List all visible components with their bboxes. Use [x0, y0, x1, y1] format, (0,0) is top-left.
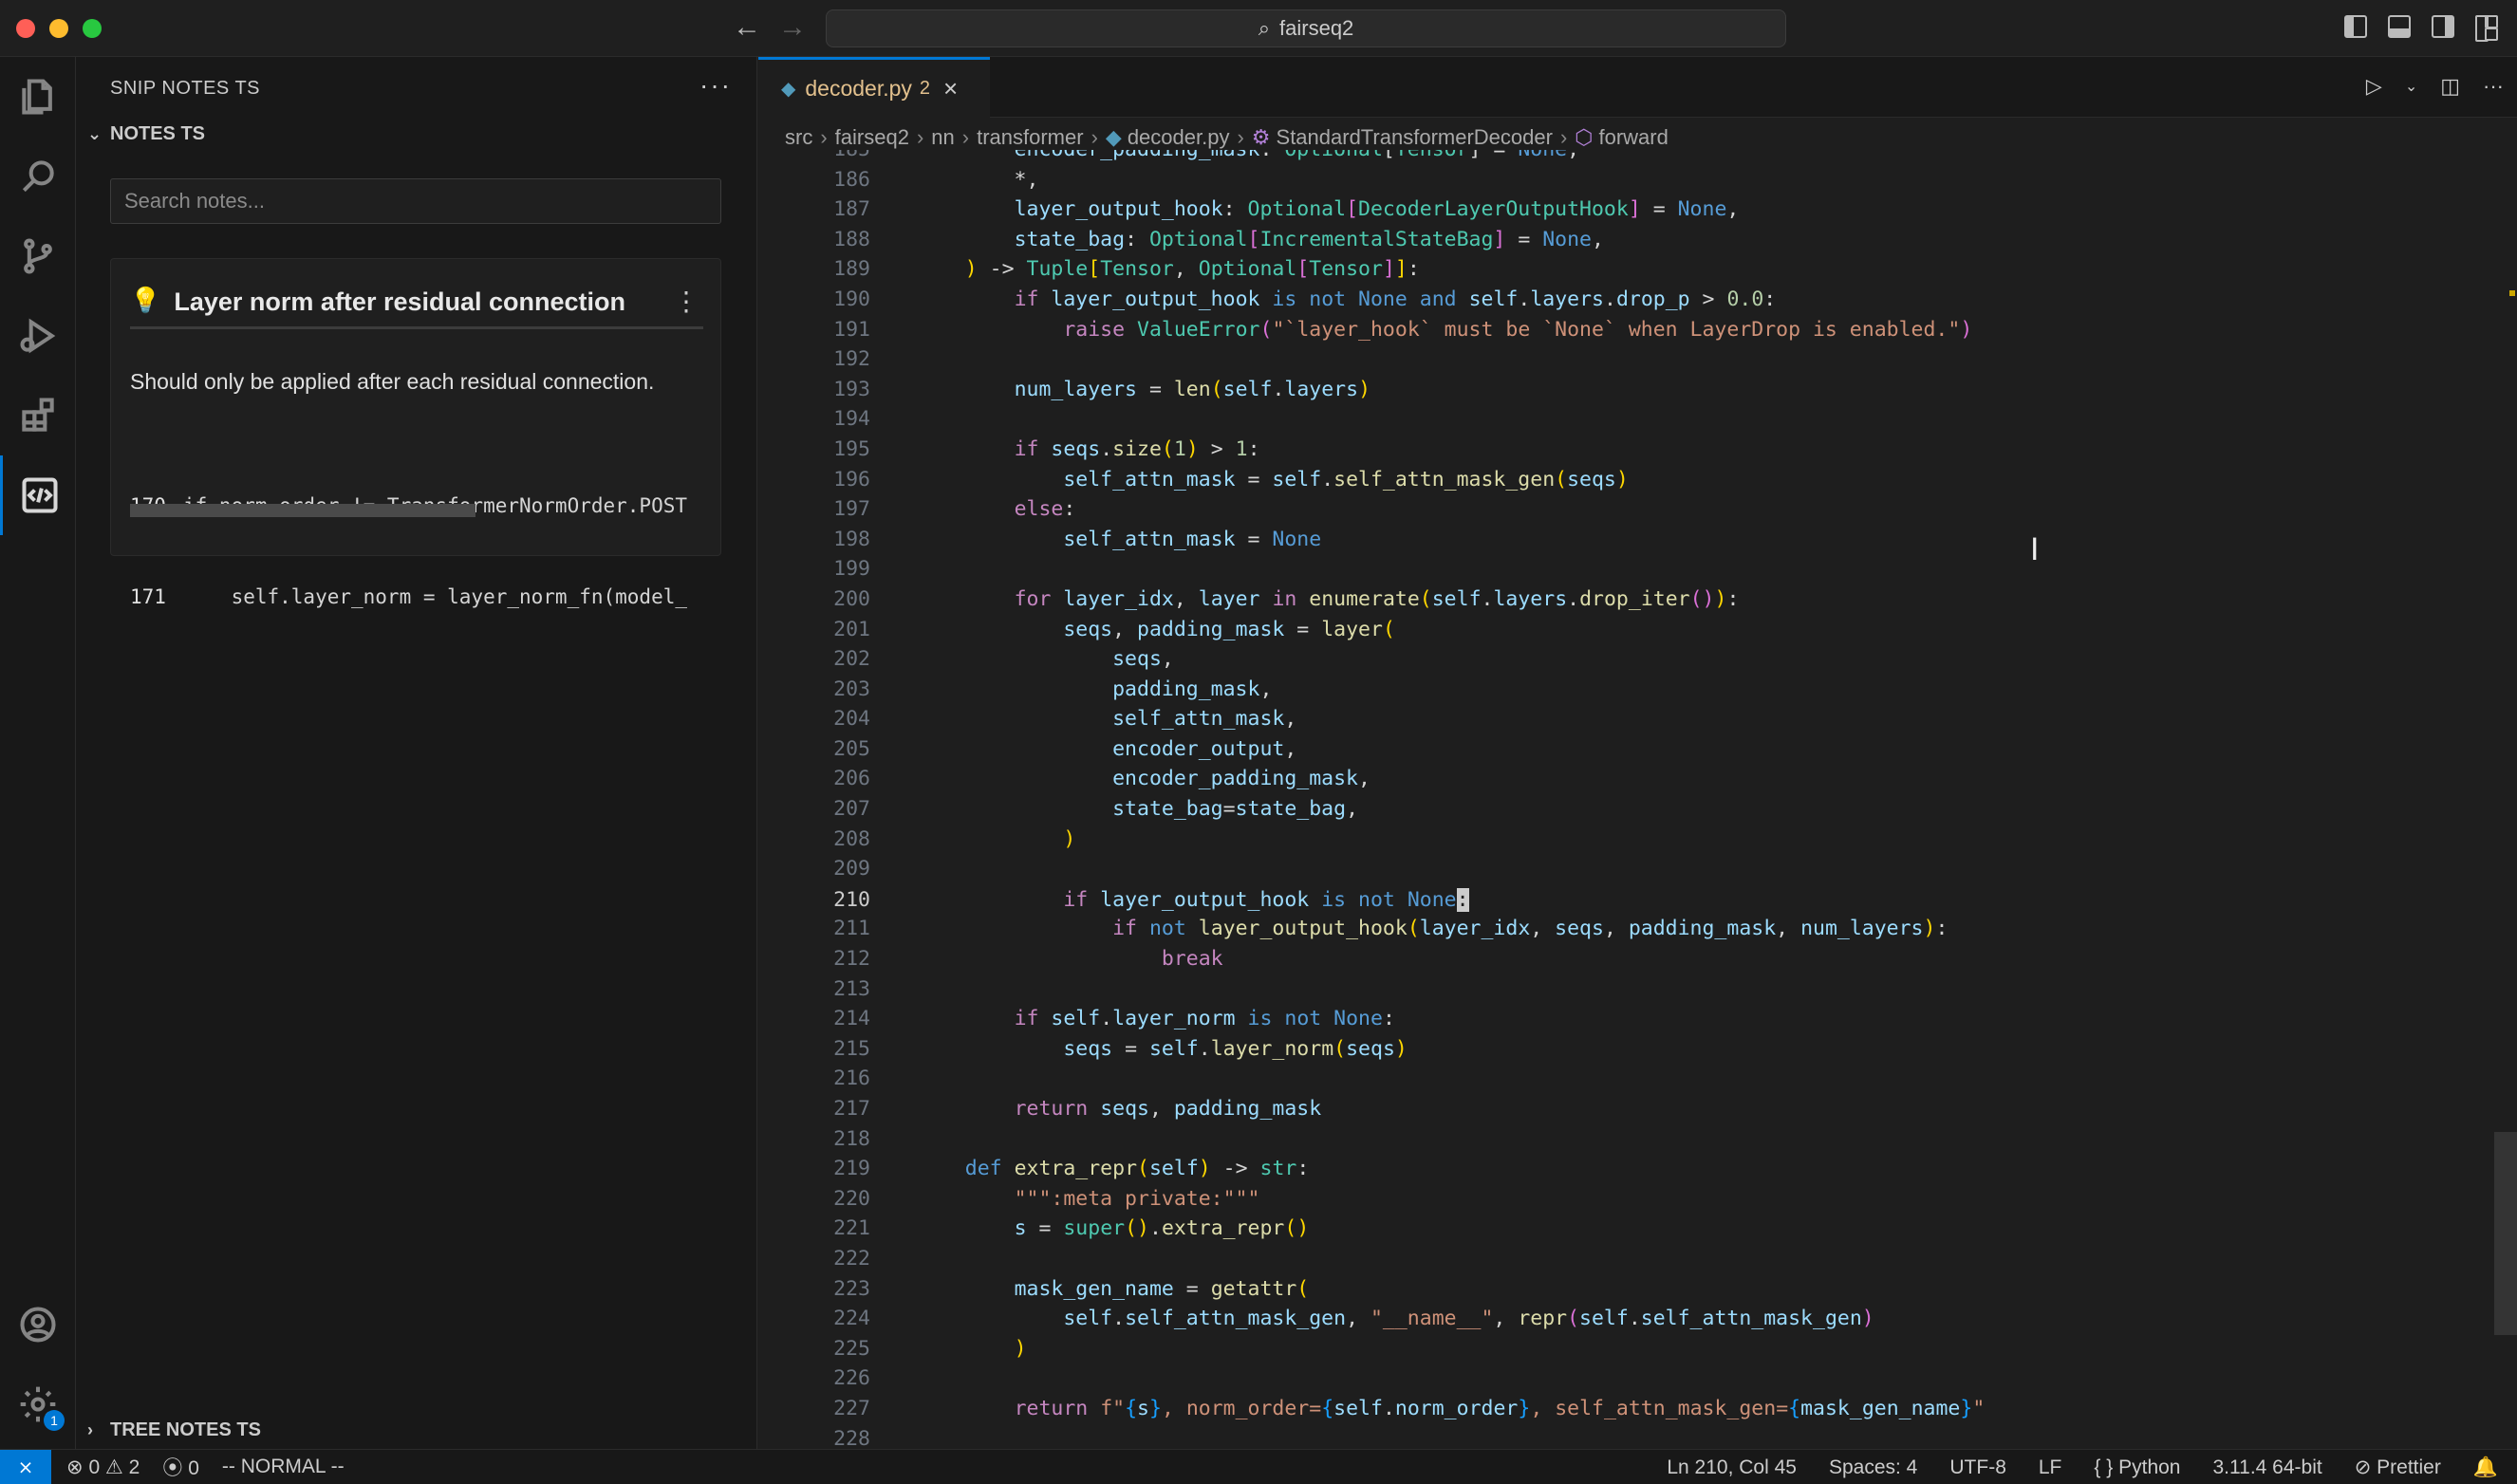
toggle-panel-icon[interactable]	[2388, 15, 2411, 38]
sidebar-title: SNIP NOTES TS	[110, 78, 261, 99]
snip-notes-icon[interactable]	[0, 455, 76, 535]
settings-badge: 1	[44, 1410, 65, 1431]
tab-decoder-py[interactable]: ◆ decoder.py 2 ×	[758, 57, 990, 118]
more-actions-icon[interactable]: ···	[699, 70, 732, 101]
code-editor[interactable]: 185 encoder_padding_mask: Optional[Tenso…	[758, 150, 2517, 1446]
split-editor-icon[interactable]: ◫	[2440, 74, 2460, 99]
lightbulb-icon: 💡	[130, 286, 161, 314]
chevron-down-icon[interactable]: ⌄	[2405, 77, 2417, 96]
tab-bar: ◆ decoder.py 2 × ▷ ⌄ ◫ ···	[758, 57, 2517, 118]
toggle-secondary-sidebar-icon[interactable]	[2432, 15, 2454, 38]
activity-bar: 1	[0, 57, 76, 1449]
python-interpreter[interactable]: 3.11.4 64-bit	[2213, 1456, 2322, 1479]
breadcrumb-item[interactable]: transformer	[977, 125, 1083, 150]
chevron-right-icon: ›	[820, 125, 828, 149]
source-control-icon[interactable]	[0, 216, 76, 296]
files-icon[interactable]	[0, 57, 76, 137]
chevron-right-icon: ›	[87, 1420, 93, 1439]
class-symbol-icon: ⚙	[1251, 125, 1271, 149]
tree-notes-title: TREE NOTES TS	[110, 1419, 261, 1440]
editor-scrollbar[interactable]	[2494, 1132, 2517, 1335]
encoding[interactable]: UTF-8	[1949, 1456, 2006, 1479]
language-mode[interactable]: { } Python	[2094, 1456, 2180, 1479]
chevron-right-icon: ›	[1559, 125, 1568, 149]
close-tab-icon[interactable]: ×	[943, 74, 958, 103]
editor: ◆ decoder.py 2 × ▷ ⌄ ◫ ··· src › fairseq…	[758, 57, 2517, 1449]
note-code-scrollbar[interactable]	[130, 504, 475, 517]
close-window-button[interactable]	[16, 19, 35, 38]
back-arrow-icon[interactable]: ←	[733, 11, 761, 44]
search-icon[interactable]	[0, 137, 76, 216]
account-icon[interactable]	[0, 1285, 76, 1364]
sidebar: SNIP NOTES TS ··· ⌄ NOTES TS 💡 Layer nor…	[76, 57, 757, 1449]
more-actions-icon[interactable]: ···	[2483, 74, 2504, 99]
note-code-snippet: 170 if norm_order != TransformerNormOrde…	[130, 430, 703, 673]
customize-layout-icon[interactable]	[2475, 15, 2498, 42]
maximize-window-button[interactable]	[83, 19, 102, 38]
remote-indicator-icon[interactable]: ⨯	[0, 1449, 51, 1484]
run-debug-icon[interactable]	[0, 296, 76, 376]
breadcrumb-item[interactable]: src	[785, 125, 812, 150]
tab-label: decoder.py	[805, 76, 912, 101]
search-icon: ⌕	[1258, 16, 1271, 40]
vim-mode: -- NORMAL --	[221, 1456, 345, 1477]
chevron-right-icon: ›	[1091, 125, 1098, 149]
layout-controls	[2344, 15, 2498, 42]
overview-ruler-marker	[2509, 290, 2515, 296]
warning-icon: ⚠	[104, 1456, 123, 1478]
python-file-icon: ◆	[781, 79, 796, 100]
note-description: Should only be applied after each residu…	[130, 369, 655, 394]
line-ending[interactable]: LF	[2039, 1456, 2062, 1479]
note-code-line: 171 self.layer_norm = layer_norm_fn(mode…	[130, 585, 688, 608]
breadcrumb-item[interactable]: forward	[1599, 125, 1669, 150]
breadcrumb-item[interactable]: StandardTransformerDecoder	[1277, 125, 1553, 150]
prettier-status[interactable]: ⊘ Prettier	[2355, 1456, 2441, 1479]
cursor-position[interactable]: Ln 210, Col 45	[1667, 1456, 1797, 1479]
editor-actions: ▷ ⌄ ◫ ···	[2366, 74, 2504, 99]
text-cursor-icon: Ⅰ	[2030, 531, 2040, 567]
chevron-down-icon: ⌄	[87, 124, 103, 143]
breadcrumb-item[interactable]: nn	[931, 125, 954, 150]
note-title-row: 💡 Layer norm after residual connection ⋮	[130, 286, 703, 329]
braces-icon: { }	[2094, 1456, 2114, 1478]
method-symbol-icon: ⬡	[1575, 125, 1594, 149]
tree-notes-section-header[interactable]: › TREE NOTES TS	[87, 1419, 261, 1441]
ports-indicator[interactable]: ⦿ 0	[162, 1453, 199, 1481]
notes-section-header[interactable]: ⌄ NOTES TS	[87, 123, 205, 145]
indentation[interactable]: Spaces: 4	[1829, 1456, 1917, 1479]
extensions-icon[interactable]	[0, 376, 76, 455]
settings-icon[interactable]: 1	[0, 1364, 76, 1444]
notes-section-title: NOTES TS	[110, 123, 206, 144]
chevron-right-icon: ›	[1237, 125, 1244, 149]
command-center-search[interactable]: ⌕ fairseq2	[826, 9, 1786, 47]
notifications-icon[interactable]: 🔔	[2473, 1456, 2498, 1479]
run-icon[interactable]: ▷	[2366, 74, 2382, 99]
breadcrumb: src › fairseq2 › nn › transformer › ◆ de…	[785, 123, 1669, 152]
broadcast-icon: ⦿	[162, 1457, 183, 1479]
chevron-right-icon: ›	[961, 125, 970, 149]
breadcrumb-item[interactable]: decoder.py	[1128, 125, 1230, 150]
note-card[interactable]: 💡 Layer norm after residual connection ⋮…	[110, 258, 721, 608]
forward-arrow-icon[interactable]: →	[778, 11, 807, 44]
title-bar: ← → ⌕ fairseq2	[0, 0, 2517, 57]
status-bar: ⨯ ⊗ 0 ⚠ 2 ⦿ 0 -- NORMAL -- Ln 210, Col 4…	[0, 1449, 2517, 1484]
error-icon: ⊗	[66, 1456, 84, 1478]
minimize-window-button[interactable]	[49, 19, 68, 38]
tab-problem-count: 2	[919, 78, 931, 99]
search-notes-input[interactable]	[110, 178, 721, 224]
note-menu-icon[interactable]: ⋮	[673, 286, 699, 317]
check-icon: ⊘	[2354, 1456, 2372, 1478]
chevron-right-icon: ›	[916, 125, 924, 149]
problems-indicator[interactable]: ⊗ 0 ⚠ 2	[66, 1456, 140, 1479]
python-file-icon: ◆	[1105, 125, 1122, 149]
breadcrumb-item[interactable]: fairseq2	[835, 125, 909, 150]
toggle-primary-sidebar-icon[interactable]	[2344, 15, 2367, 38]
command-center-label: fairseq2	[1279, 16, 1354, 40]
note-title: Layer norm after residual connection	[174, 288, 625, 316]
